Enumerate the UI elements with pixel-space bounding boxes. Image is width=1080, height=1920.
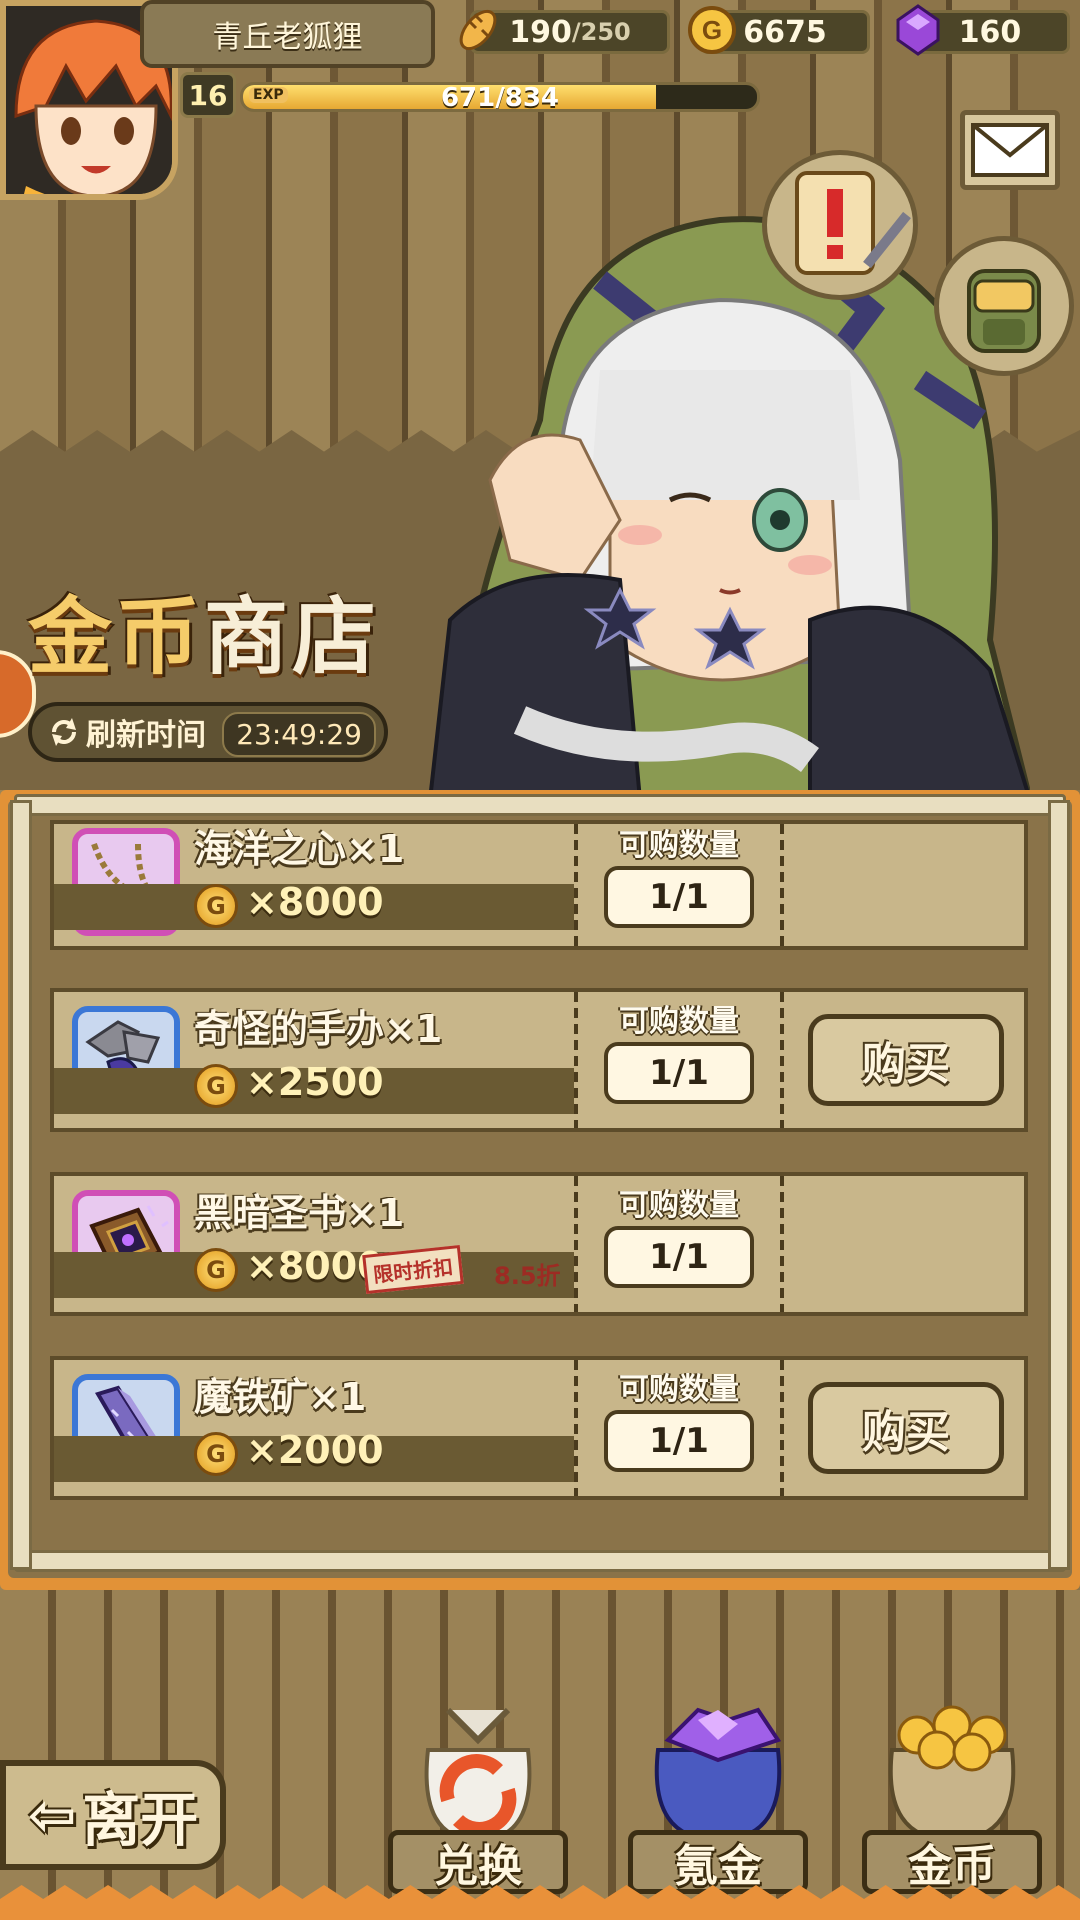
nav-krypton-label: 氪金: [628, 1830, 808, 1894]
gem-value: 160: [958, 14, 1022, 50]
player-name: 青丘老狐狸: [140, 0, 435, 68]
gem-icon: [896, 4, 940, 56]
buy-button[interactable]: 购买: [808, 1014, 1004, 1106]
svg-text:G: G: [702, 15, 722, 45]
mail-button[interactable]: [960, 110, 1060, 190]
item-price: ×2500: [246, 1060, 384, 1104]
shop-item[interactable]: 1 魔铁矿×1 G ×2000 可购数量 1/1 购买: [50, 1356, 1028, 1500]
gold-value: 6675: [743, 14, 827, 50]
divider: [780, 824, 784, 946]
qty-value: 1/1: [604, 1042, 754, 1104]
nav-gold-label: 金币: [862, 1830, 1042, 1894]
nav-gold[interactable]: 金币: [862, 1690, 1042, 1900]
shop-item[interactable]: 1 黑暗圣书×1 G ×8000 限时折扣 8.5折 可购数量 1/1: [50, 1172, 1028, 1316]
qty-label: 可购数量: [619, 1188, 739, 1223]
divider: [574, 1360, 578, 1496]
qty-value: 1/1: [604, 1226, 754, 1288]
exp-text: 671/834: [440, 83, 560, 112]
gold-coin-icon: G: [194, 1064, 238, 1108]
leave-button[interactable]: ⇦ 离开: [0, 1760, 226, 1870]
refresh-timer: 刷新时间 23:49:29: [28, 702, 388, 762]
shop-title-gold: 金币: [28, 588, 205, 686]
leave-label: 离开: [82, 1786, 199, 1854]
buy-button[interactable]: 购买: [808, 1382, 1004, 1474]
gold-coin-icon: G: [194, 884, 238, 928]
nav-exchange[interactable]: 兑换: [388, 1690, 568, 1900]
refresh-time: 23:49:29: [222, 712, 376, 757]
shop-title-shop: 商店: [204, 588, 381, 686]
quest-scroll-icon: [795, 171, 911, 275]
shop-item[interactable]: 1 奇怪的手办×1 G ×2500 可购数量 1/1 购买: [50, 988, 1028, 1132]
stamina-max: /250: [571, 18, 631, 46]
divider: [780, 1176, 784, 1312]
shop-item[interactable]: 1 海洋之心×1 G ×8000 可购数量 1/1: [50, 820, 1028, 950]
gem-bag-icon: [654, 1707, 782, 1843]
panel-rail-left: [10, 800, 32, 1570]
exchange-bag-icon: [424, 1707, 532, 1843]
nav-exchange-label: 兑换: [388, 1830, 568, 1894]
qty-label: 可购数量: [619, 828, 739, 863]
shop-title: 金币商店: [28, 570, 380, 691]
qty-value: 1/1: [604, 866, 754, 928]
item-price: ×2000: [246, 1428, 384, 1472]
gold-coin-icon: G: [194, 1248, 238, 1292]
gold-coin-icon: G: [688, 6, 736, 54]
item-name: 黑暗圣书×1: [194, 1191, 405, 1235]
item-name: 海洋之心×1: [194, 827, 405, 871]
qty-label: 可购数量: [619, 1004, 739, 1039]
gold-coin-icon: G: [194, 1432, 238, 1476]
stamina-value: 190: [509, 14, 572, 50]
panel-rail-right: [1048, 800, 1070, 1570]
refresh-icon: [52, 718, 76, 746]
item-name: 魔铁矿×1: [194, 1375, 367, 1419]
panel-rail-bottom: [14, 1550, 1066, 1572]
bread-icon: [459, 9, 497, 51]
shopkeeper-character: [426, 216, 1030, 800]
exp-bar: EXP 671/834: [240, 82, 760, 112]
divider: [574, 1176, 578, 1312]
divider: [780, 992, 784, 1128]
backpack-icon: [967, 269, 1041, 353]
qty-value: 1/1: [604, 1410, 754, 1472]
gold-bag-icon: [888, 1705, 1016, 1843]
divider: [780, 1360, 784, 1496]
divider: [574, 824, 578, 946]
discount-rate: 8.5折: [494, 1262, 561, 1290]
qty-label: 可购数量: [619, 1372, 739, 1407]
item-price: ×8000: [246, 880, 384, 924]
quest-button[interactable]: [762, 150, 918, 300]
item-name: 奇怪的手办×1: [194, 1007, 443, 1051]
divider: [574, 992, 578, 1128]
backpack-button[interactable]: [934, 236, 1074, 376]
nav-krypton[interactable]: 氪金: [628, 1690, 808, 1900]
player-level: 16: [180, 72, 236, 118]
panel-rail-top: [14, 794, 1066, 816]
envelope-icon: [971, 123, 1049, 177]
refresh-label: 刷新时间: [86, 718, 206, 753]
left-arrow-icon: ⇦: [27, 1781, 77, 1849]
